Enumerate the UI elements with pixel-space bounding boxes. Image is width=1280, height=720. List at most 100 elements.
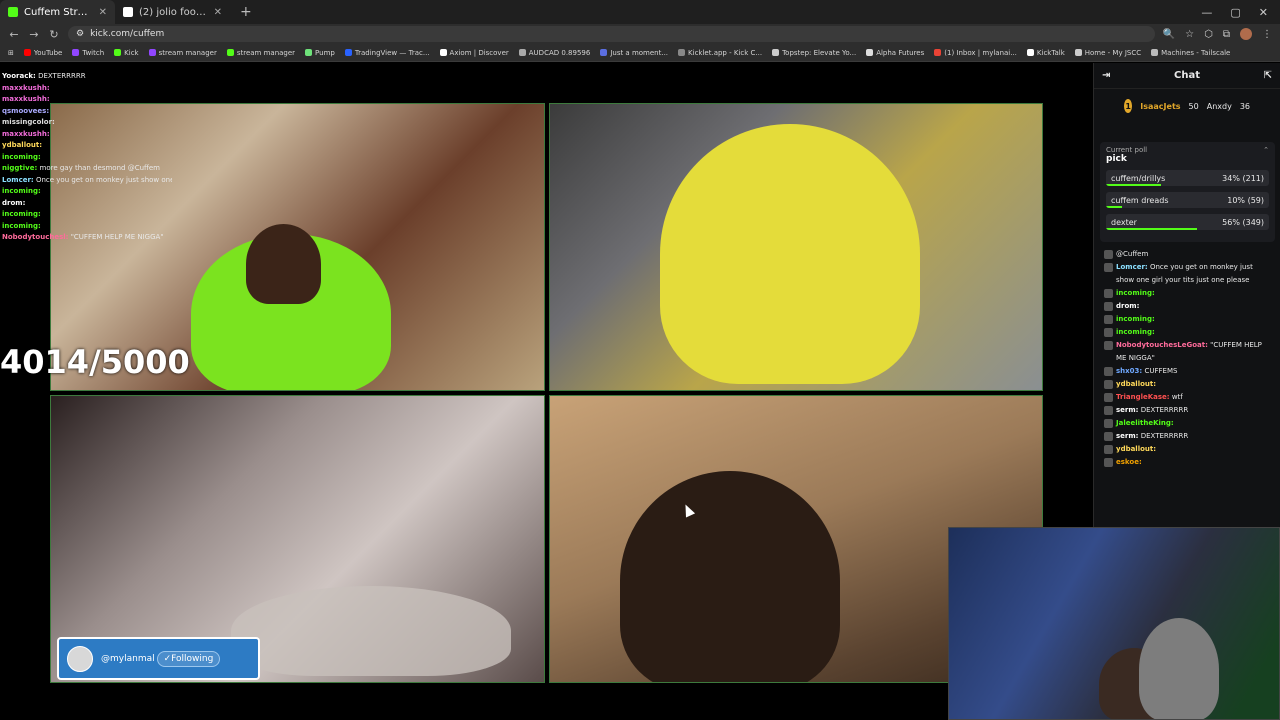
bookmark-item[interactable]: Pump: [305, 49, 335, 57]
bookmark-item[interactable]: Kicklet.app - Kick C...: [678, 49, 762, 57]
leader-name[interactable]: Anxdy: [1207, 102, 1232, 111]
chat-username[interactable]: JaleelitheKing:: [1116, 419, 1174, 427]
back-icon[interactable]: ←: [8, 28, 20, 41]
chat-message: drom:: [1104, 300, 1271, 313]
chat-username[interactable]: serm:: [1116, 432, 1138, 440]
chat-username[interactable]: ydballout:: [1116, 445, 1156, 453]
extension-icon[interactable]: ⬡: [1204, 29, 1213, 40]
bookmark-item[interactable]: stream manager: [226, 48, 296, 57]
chat-username[interactable]: incoming:: [1116, 315, 1155, 323]
chat-username[interactable]: NobodytouchesLeGoat:: [1116, 341, 1208, 349]
close-tab-icon[interactable]: ✕: [214, 7, 222, 18]
bookmark-star-icon[interactable]: ☆: [1185, 29, 1194, 40]
chat-username[interactable]: ydballout:: [1116, 380, 1156, 388]
reload-icon[interactable]: ↻: [48, 28, 60, 41]
chat-username[interactable]: eskoe:: [1116, 458, 1142, 466]
bookmark-item[interactable]: Alpha Futures: [866, 49, 924, 57]
forward-icon[interactable]: →: [28, 28, 40, 41]
overlay-chat-message: incoming:: [2, 209, 172, 221]
bookmark-item[interactable]: TradingView — Trac...: [344, 49, 430, 57]
puzzle-icon[interactable]: ⧉: [1223, 29, 1230, 40]
bookmark-item[interactable]: Just a moment...: [600, 49, 668, 57]
bookmark-label: Machines - Tailscale: [1161, 48, 1231, 57]
user-badge-icon: [1104, 250, 1113, 259]
chat-username[interactable]: shx03:: [1116, 367, 1142, 375]
plastic-wrapped-figure: [231, 586, 511, 676]
maximize-icon[interactable]: ▢: [1230, 6, 1240, 19]
x-favicon-icon: [123, 7, 133, 17]
chat-message: shx03: CUFFEMS: [1104, 365, 1271, 378]
chat-title: Chat: [1174, 70, 1200, 81]
poll-option[interactable]: cuffem dreads 10% (59): [1106, 192, 1269, 208]
bookmark-item[interactable]: Kick: [114, 49, 139, 57]
tab-search[interactable]: (2) jolio foolio case day 6 - Sea ✕: [115, 0, 230, 24]
bookmark-favicon-icon: [1074, 49, 1082, 56]
bookmark-label: Topstep: Elevate Yo...: [782, 48, 857, 57]
apps-icon[interactable]: ⊞: [8, 49, 14, 57]
close-tab-icon[interactable]: ✕: [99, 7, 107, 18]
overlay-chat-user: incoming:: [2, 221, 41, 230]
bookmark-favicon-icon: [344, 49, 352, 56]
minimize-icon[interactable]: —: [1201, 6, 1212, 19]
follow-alert: @mylanmal ✓Following: [57, 637, 260, 680]
bookmark-label: (1) Inbox | mylanai...: [944, 48, 1017, 57]
extension-tools: 🔍 ☆ ⬡ ⧉ ⋮: [1163, 28, 1272, 40]
overlay-chat-text: "CUFFEM HELP ME NIGGA": [70, 233, 164, 241]
collapse-poll-icon[interactable]: ⌃: [1263, 146, 1269, 154]
user-badge-icon: [1104, 393, 1113, 402]
popout-icon[interactable]: ⇱: [1264, 70, 1272, 81]
chat-message: incoming:: [1104, 326, 1271, 339]
bookmark-item[interactable]: Home - My JSCC: [1074, 48, 1142, 57]
overlay-chat-user: ydballout:: [2, 141, 43, 149]
bookmark-item[interactable]: (1) Inbox | mylanai...: [934, 49, 1017, 57]
chat-username[interactable]: TriangleKase:: [1116, 393, 1170, 401]
bookmark-item[interactable]: AUDCAD 0.89596: [518, 49, 590, 57]
chat-messages: @Cuffem Lomcer: Once you get on monkey ju…: [1094, 246, 1280, 536]
new-tab-button[interactable]: +: [230, 4, 262, 20]
address-bar[interactable]: ⚙ kick.com/cuffem: [68, 26, 1155, 42]
chat-header: ⇥ Chat ⇱: [1094, 63, 1280, 89]
chat-username[interactable]: incoming:: [1116, 328, 1155, 336]
stream-player[interactable]: Yoorack: DEXTERRRRR maxxkushh: maxxkushh:…: [0, 63, 1093, 720]
bookmark-favicon-icon: [518, 49, 526, 56]
poll-bar: [1106, 184, 1162, 186]
poll-option[interactable]: dexter 56% (349): [1106, 214, 1269, 230]
bookmark-item[interactable]: KickTalk: [1026, 49, 1065, 57]
kick-favicon-icon: [8, 7, 18, 17]
url-text: kick.com/cuffem: [90, 29, 165, 39]
overlay-chat-text: DEXTERRRRR: [38, 72, 86, 80]
chat-username[interactable]: serm:: [1116, 406, 1138, 414]
overlay-chat-user: incoming:: [2, 210, 41, 218]
user-badge-icon: [1104, 458, 1113, 467]
poll-option[interactable]: cuffem/drillys 34% (211): [1106, 170, 1269, 186]
bookmark-item[interactable]: stream manager: [148, 49, 217, 57]
chat-username[interactable]: incoming:: [1116, 289, 1155, 297]
bookmark-item[interactable]: YouTube: [23, 49, 62, 57]
bookmark-item[interactable]: Topstep: Elevate Yo...: [772, 49, 856, 57]
overlay-chat-user: maxxkushh:: [2, 83, 50, 92]
menu-icon[interactable]: ⋮: [1262, 29, 1272, 40]
overlay-chat-user: qsmoovees:: [2, 106, 50, 115]
close-window-icon[interactable]: ✕: [1259, 6, 1268, 19]
leader-name[interactable]: IsaacJets: [1140, 102, 1180, 111]
bookmark-label: Kicklet.app - Kick C...: [688, 48, 763, 57]
user-badge-icon: [1104, 367, 1113, 376]
overlay-chat-text: more gay than desmond @Cuffem: [39, 164, 160, 172]
site-info-icon[interactable]: ⚙: [76, 29, 84, 39]
chat-username[interactable]: Lomcer:: [1116, 263, 1148, 271]
bookmark-label: Home - My JSCC: [1084, 48, 1142, 57]
chat-leaderboard: 1 IsaacJets 50 Anxdy 36: [1094, 89, 1280, 123]
zoom-icon[interactable]: 🔍: [1163, 29, 1175, 40]
tab-cuffem-stream[interactable]: Cuffem Stream - Watch Live ✕: [0, 0, 115, 24]
leader-count: 50: [1188, 101, 1199, 111]
bookmark-item[interactable]: Axiom | Discover: [439, 49, 509, 57]
bookmark-label: stream manager: [236, 48, 296, 57]
bookmark-item[interactable]: Machines - Tailscale: [1151, 49, 1230, 57]
chat-username[interactable]: drom:: [1116, 302, 1139, 310]
bookmark-label: Just a moment...: [610, 48, 669, 57]
profile-avatar[interactable]: [1240, 28, 1252, 40]
chat-message: ydballout:: [1104, 378, 1271, 391]
bookmark-item[interactable]: Twitch: [72, 49, 104, 57]
bookmark-favicon-icon: [305, 49, 313, 56]
collapse-chat-icon[interactable]: ⇥: [1102, 70, 1110, 81]
